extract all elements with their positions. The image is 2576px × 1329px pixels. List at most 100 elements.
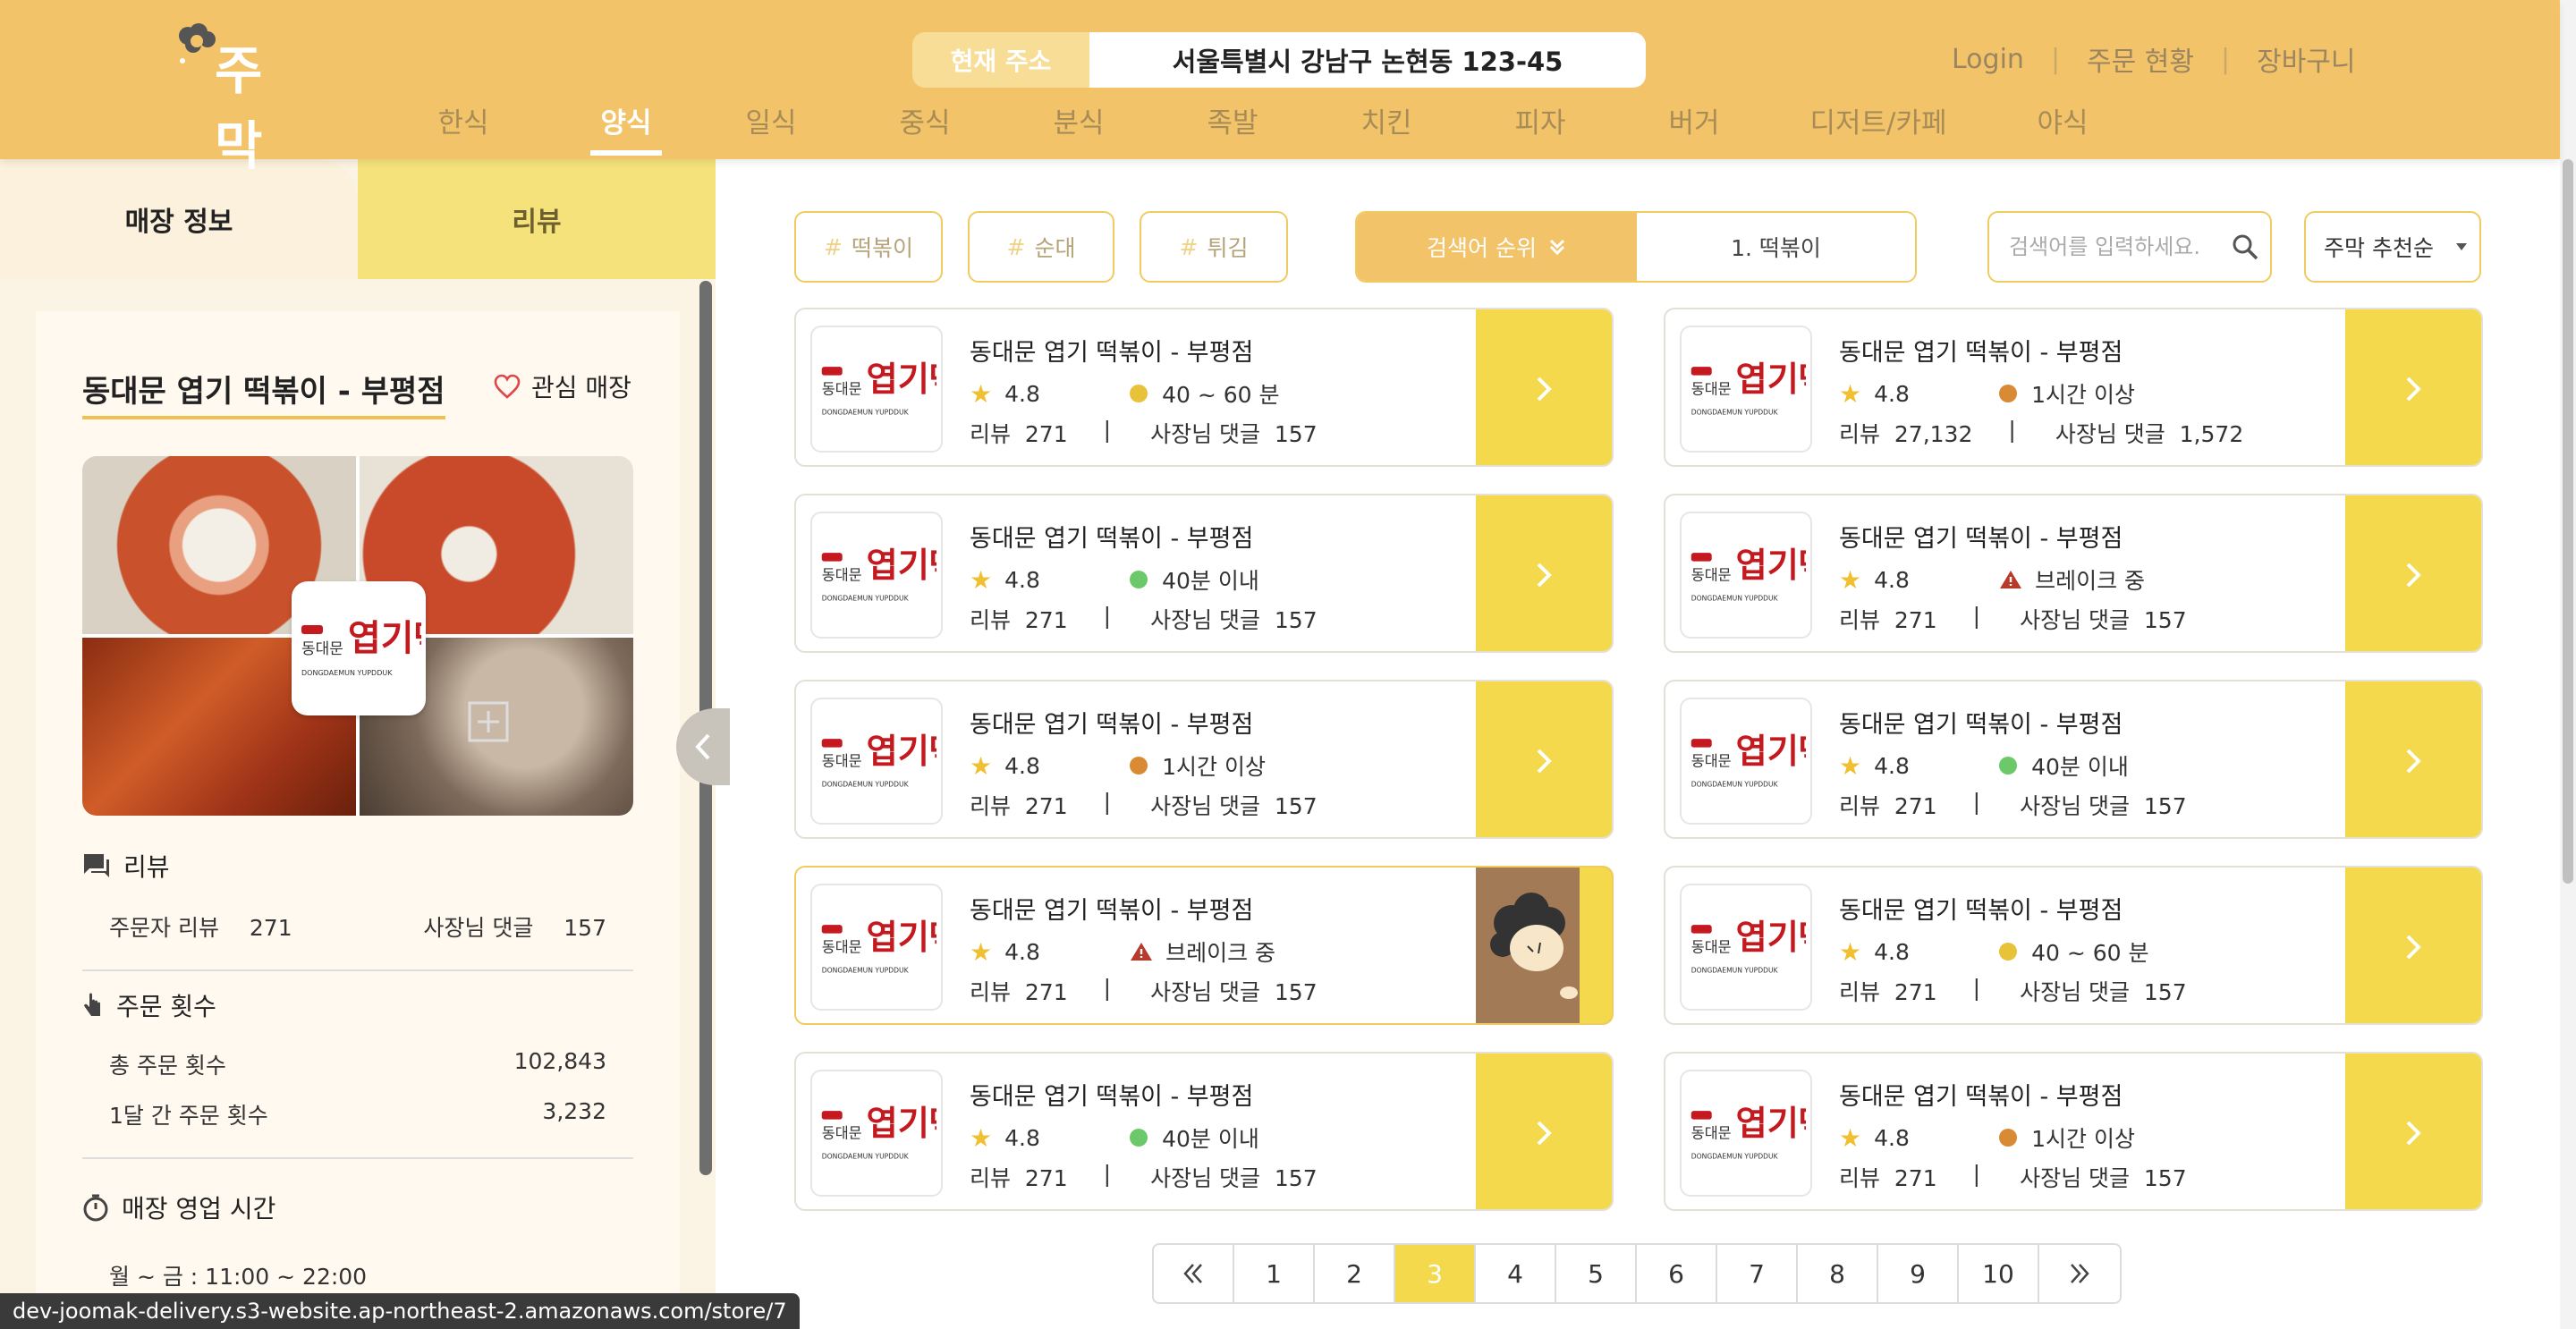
login-link[interactable]: Login: [1952, 44, 2024, 75]
search-icon[interactable]: [2231, 233, 2259, 261]
store-card-arrow-button[interactable]: [1476, 1054, 1612, 1209]
next-page-button[interactable]: [2039, 1245, 2120, 1302]
category-tab-chicken[interactable]: 치킨: [1360, 100, 1413, 156]
category-tab-night[interactable]: 야식: [2036, 100, 2089, 156]
separator: |: [1103, 789, 1112, 815]
store-card-arrow-button[interactable]: [1476, 309, 1612, 465]
address-label: 현재 주소: [912, 32, 1089, 88]
store-card-arrow-button[interactable]: [2345, 309, 2481, 465]
category-tab-burger[interactable]: 버거: [1667, 100, 1721, 156]
store-card-arrow-button[interactable]: [1476, 681, 1612, 837]
separator: |: [2008, 417, 2016, 443]
svg-text:DONGDAEMUN YUPDDUK: DONGDAEMUN YUPDDUK: [1691, 781, 1779, 789]
store-card[interactable]: 동대문엽기떡볶이DONGDAEMUN YUPDDUK동대문 엽기 떡볶이 - 부…: [794, 1052, 1614, 1211]
sort-select[interactable]: 주막 추천순: [2304, 211, 2481, 283]
tag-chip[interactable]: # 떡볶이: [794, 211, 943, 283]
order-status-link[interactable]: 주문 현황: [2087, 39, 2194, 79]
logo[interactable]: 주막: [175, 23, 301, 176]
page-6[interactable]: 6: [1637, 1245, 1717, 1302]
store-card-name: 동대문 엽기 떡볶이 - 부평점: [1839, 897, 2123, 925]
business-hours: 매장 영업 시간 월 ~ 금 : 11:00 ~ 22:00: [82, 1189, 633, 1291]
chevron-right-icon: [1537, 1121, 1552, 1146]
page-scrollbar[interactable]: [2563, 159, 2573, 884]
double-chevron-right-icon: [2071, 1264, 2089, 1283]
header: 주막 현재 주소 서울특별시 강남구 논현동 123-45 Login | 주문…: [0, 0, 2560, 176]
store-card-name: 동대문 엽기 떡볶이 - 부평점: [1839, 1083, 2123, 1111]
store-card[interactable]: 동대문엽기떡볶이DONGDAEMUN YUPDDUK 동대문 엽기 떡볶이 - 부…: [1664, 494, 2483, 653]
search-rank-widget[interactable]: 검색어 순위 1. 떡볶이: [1355, 211, 1917, 283]
store-card[interactable]: 동대문엽기떡볶이DONGDAEMUN YUPDDUK동대문 엽기 떡볶이 - 부…: [794, 308, 1614, 467]
store-logo-image: 동대문엽기떡볶이DONGDAEMUN YUPDDUK: [821, 360, 936, 417]
category-tab-dessert[interactable]: 디저트/카페: [1807, 100, 1950, 156]
store-card[interactable]: 동대문엽기떡볶이DONGDAEMUN YUPDDUK 동대문 엽기 떡볶이 - 부…: [1664, 1052, 2483, 1211]
store-card-reviews: 리뷰 271: [970, 421, 1068, 447]
store-card-rating: 4.8: [1874, 566, 1910, 593]
store-card-name: 동대문 엽기 떡볶이 - 부평점: [1839, 525, 2123, 553]
store-card-arrow-button[interactable]: [2345, 495, 2481, 651]
store-card-wait-status: 1시간 이상: [2031, 1126, 2135, 1152]
double-chevron-left-icon: [1183, 1264, 1202, 1283]
store-card-replies: 사장님 댓글 1,572: [2055, 421, 2244, 447]
store-thumbnail: 동대문엽기떡볶이 DONGDAEMUN YUPDDUK: [1680, 512, 1812, 639]
store-card[interactable]: 동대문엽기떡볶이DONGDAEMUN YUPDDUK동대문 엽기 떡볶이 - 부…: [794, 680, 1614, 839]
section-title: 주문 횟수: [116, 992, 216, 1021]
svg-text:동대문: 동대문: [822, 381, 862, 398]
prev-page-button[interactable]: [1154, 1245, 1234, 1302]
store-card[interactable]: 동대문엽기떡볶이DONGDAEMUN YUPDDUK동대문 엽기 떡볶이 - 부…: [1664, 866, 2483, 1025]
chevron-right-icon: [2406, 377, 2421, 402]
page-9[interactable]: 9: [1878, 1245, 1959, 1302]
category-tab-jokbal[interactable]: 족발: [1206, 100, 1259, 156]
store-card-hover-mascot[interactable]: [1476, 868, 1612, 1023]
store-logo-image: 동대문엽기떡볶이DONGDAEMUN YUPDDUK: [821, 546, 936, 603]
svg-text:엽기떡볶이: 엽기떡볶이: [348, 618, 421, 659]
separator: |: [1103, 1161, 1112, 1187]
store-card-arrow-button[interactable]: [2345, 1054, 2481, 1209]
store-card-arrow-button[interactable]: [1476, 495, 1612, 651]
favorite-button[interactable]: 관심 매장: [494, 368, 631, 404]
page-3-current[interactable]: 3: [1395, 1245, 1476, 1302]
tag-chip[interactable]: # 순대: [968, 211, 1114, 283]
svg-text:동대문: 동대문: [822, 567, 862, 584]
store-logo-image: 동대문 엽기떡볶이 DONGDAEMUN YUPDDUK: [301, 618, 421, 677]
category-tab-chinese[interactable]: 중식: [898, 100, 952, 156]
store-card-arrow-button[interactable]: [2345, 868, 2481, 1023]
cart-link[interactable]: 장바구니: [2257, 39, 2355, 79]
page-7[interactable]: 7: [1717, 1245, 1798, 1302]
page-4[interactable]: 4: [1476, 1245, 1556, 1302]
category-tab-western[interactable]: 양식: [590, 100, 662, 156]
search-rank-label[interactable]: 검색어 순위: [1357, 213, 1637, 281]
category-tab-korean[interactable]: 한식: [436, 100, 490, 156]
svg-text:동대문: 동대문: [822, 753, 862, 770]
address-bar[interactable]: 현재 주소 서울특별시 강남구 논현동 123-45: [912, 32, 1646, 88]
store-card-reviews: 리뷰 271: [1839, 607, 1937, 633]
store-card-replies: 사장님 댓글 157: [2020, 607, 2187, 633]
page-8[interactable]: 8: [1798, 1245, 1878, 1302]
page-10[interactable]: 10: [1959, 1245, 2039, 1302]
page-5[interactable]: 5: [1556, 1245, 1637, 1302]
store-card-arrow-button[interactable]: [2345, 681, 2481, 837]
chevron-right-icon: [2406, 935, 2421, 960]
category-tab-japanese[interactable]: 일식: [744, 100, 798, 156]
star-icon: ★: [1839, 750, 1862, 781]
store-card[interactable]: 동대문엽기떡볶이DONGDAEMUN YUPDDUK동대문 엽기 떡볶이 - 부…: [794, 866, 1614, 1025]
page-2[interactable]: 2: [1315, 1245, 1395, 1302]
store-card[interactable]: 동대문엽기떡볶이DONGDAEMUN YUPDDUK동대문 엽기 떡볶이 - 부…: [794, 494, 1614, 653]
star-icon: ★: [970, 564, 993, 595]
divider: [82, 969, 633, 971]
wait-status-dot: [1999, 943, 2018, 961]
store-logo-image: 동대문엽기떡볶이DONGDAEMUN YUPDDUK: [1690, 1104, 1806, 1161]
store-card[interactable]: 동대문엽기떡볶이DONGDAEMUN YUPDDUK동대문 엽기 떡볶이 - 부…: [1664, 680, 2483, 839]
favorite-label: 관심 매장: [531, 373, 631, 402]
page-1[interactable]: 1: [1234, 1245, 1315, 1302]
store-card-reviews: 리뷰 271: [970, 607, 1068, 633]
plus-icon: [468, 701, 509, 742]
store-card-reviews: 리뷰 27,132: [1839, 421, 1973, 447]
search-input[interactable]: [2007, 233, 2231, 260]
tag-chip[interactable]: # 튀김: [1140, 211, 1288, 283]
category-tab-snack[interactable]: 분식: [1052, 100, 1106, 156]
category-tab-pizza[interactable]: 피자: [1513, 100, 1567, 156]
svg-text:동대문: 동대문: [301, 640, 343, 658]
store-card[interactable]: 동대문엽기떡볶이DONGDAEMUN YUPDDUK동대문 엽기 떡볶이 - 부…: [1664, 308, 2483, 467]
store-card-rating: 4.8: [1874, 938, 1910, 965]
heart-icon: [494, 374, 521, 399]
